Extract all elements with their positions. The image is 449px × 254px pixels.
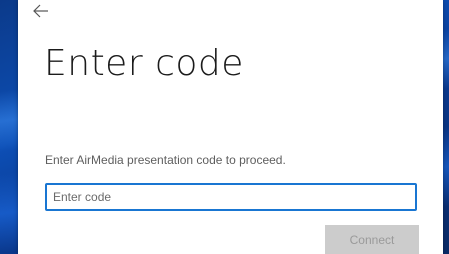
- connect-button[interactable]: Connect: [325, 225, 419, 254]
- enter-code-dialog: Enter code Enter AirMedia presentation c…: [18, 0, 443, 254]
- code-input[interactable]: [45, 183, 417, 211]
- instruction-text: Enter AirMedia presentation code to proc…: [45, 153, 286, 167]
- page-title: Enter code: [44, 43, 244, 84]
- back-arrow-icon[interactable]: [33, 4, 55, 20]
